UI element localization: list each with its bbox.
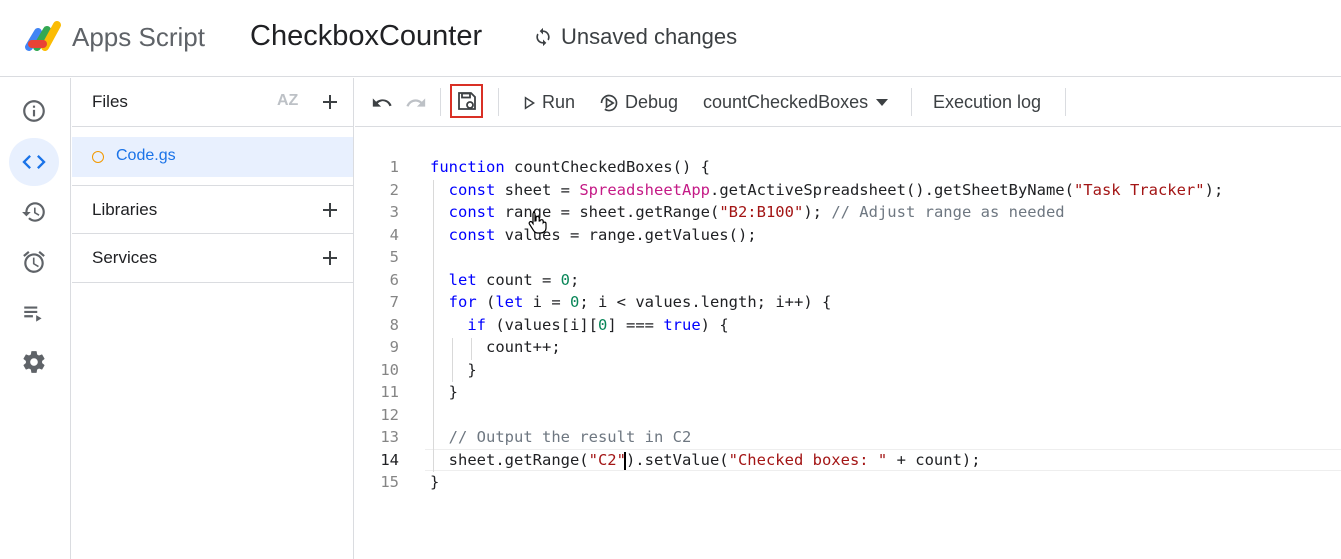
toolbar-divider	[440, 88, 441, 116]
code-line[interactable]: }	[430, 473, 439, 491]
file-item-code-gs[interactable]: Code.gs	[72, 137, 353, 177]
save-status-text: Unsaved changes	[561, 24, 738, 49]
project-title[interactable]: CheckboxCounter	[250, 20, 482, 53]
save-status: Unsaved changes	[533, 24, 737, 50]
unsaved-dot-icon	[92, 151, 104, 163]
add-library-icon[interactable]	[318, 198, 342, 222]
file-name: Code.gs	[116, 147, 176, 164]
run-button[interactable]: Run	[522, 78, 575, 127]
line-number: 5	[389, 248, 399, 266]
sort-az-icon[interactable]: AZ	[277, 92, 298, 110]
save-drive-icon	[457, 92, 476, 110]
code-line[interactable]: let count = 0;	[430, 271, 580, 289]
left-nav-rail	[0, 78, 71, 559]
code-line[interactable]: count++;	[430, 338, 561, 356]
code-line[interactable]: }	[430, 383, 458, 401]
dropdown-caret-icon	[876, 98, 889, 106]
function-select[interactable]: countCheckedBoxes	[703, 78, 889, 127]
debug-label: Debug	[625, 92, 679, 112]
project-history-button[interactable]	[9, 188, 59, 236]
redo-button[interactable]	[405, 78, 427, 127]
code-line[interactable]: const range = sheet.getRange("B2:B100");…	[430, 203, 1065, 221]
files-header: Files AZ	[72, 78, 354, 127]
toolbar-divider	[498, 88, 499, 116]
add-file-icon[interactable]	[318, 90, 342, 114]
overview-button[interactable]	[9, 87, 59, 135]
code-line[interactable]: function countCheckedBoxes() {	[430, 158, 710, 176]
services-label: Services	[92, 248, 158, 267]
line-number: 4	[389, 225, 399, 244]
line-number: 9	[389, 338, 399, 356]
function-select-value: countCheckedBoxes	[703, 92, 869, 112]
files-label: Files	[92, 92, 128, 111]
info-icon	[23, 100, 45, 122]
files-panel: Files AZ Code.gs Libraries Services	[72, 78, 354, 559]
line-number: 8	[389, 315, 399, 334]
line-number: 15	[380, 473, 399, 491]
line-number: 14	[380, 450, 399, 469]
hand-cursor-icon	[528, 211, 547, 234]
redo-icon	[406, 97, 426, 107]
debug-icon	[600, 94, 618, 111]
editor-button[interactable]	[9, 138, 59, 186]
toolbar-divider	[911, 88, 912, 116]
services-section[interactable]: Services	[72, 234, 354, 283]
line-number: 11	[380, 383, 399, 401]
line-number: 7	[389, 293, 399, 311]
save-project-button[interactable]	[450, 84, 483, 118]
libraries-section[interactable]: Libraries	[72, 185, 354, 234]
code-line[interactable]: sheet.getRange("C2").setValue("Checked b…	[430, 451, 981, 469]
execution-log-label: Execution log	[933, 92, 1042, 112]
line-number: 13	[380, 428, 399, 446]
line-number: 1	[389, 158, 399, 176]
alarm-icon	[23, 251, 45, 273]
play-icon	[524, 95, 536, 110]
execution-log-button[interactable]: Execution log	[933, 78, 1041, 127]
triggers-button[interactable]	[9, 238, 59, 286]
editor-toolbar: Run Debug countCheckedBoxes Execution lo…	[355, 78, 1341, 127]
undo-icon	[372, 97, 392, 107]
executions-icon	[24, 306, 42, 322]
code-line[interactable]: // Output the result in C2	[430, 428, 692, 446]
history-icon	[22, 202, 45, 222]
settings-gear-icon	[23, 351, 45, 373]
sync-icon	[536, 27, 550, 47]
code-line[interactable]: if (values[i][0] === true) {	[430, 316, 728, 334]
line-number: 10	[380, 360, 399, 379]
code-line[interactable]: const sheet = SpreadsheetApp.getActiveSp…	[430, 181, 1224, 199]
run-label: Run	[542, 92, 576, 112]
project-settings-button[interactable]	[9, 338, 59, 386]
code-editor[interactable]: 1 2 3 4 5 6 7 8 9 10 11 12 13 14 15 function countChec…	[355, 128, 1341, 559]
line-number: 12	[380, 405, 399, 424]
code-line[interactable]: const values = range.getValues();	[430, 226, 757, 244]
executions-button[interactable]	[9, 289, 59, 337]
toolbar-divider	[1065, 88, 1066, 116]
app-name[interactable]: Apps Script	[72, 22, 205, 53]
code-line[interactable]: for (let i = 0; i < values.length; i++) …	[430, 293, 832, 311]
line-number: 6	[389, 270, 399, 289]
libraries-label: Libraries	[92, 200, 158, 219]
line-number: 2	[389, 180, 399, 199]
top-bar: Apps Script CheckboxCounter Unsaved chan…	[0, 0, 1341, 77]
debug-button[interactable]: Debug	[599, 78, 678, 127]
code-line[interactable]: }	[430, 361, 476, 379]
code-editor-icon	[22, 155, 46, 169]
apps-script-logo-icon	[25, 21, 61, 51]
text-caret	[624, 452, 626, 470]
add-service-icon[interactable]	[318, 246, 342, 270]
undo-button[interactable]	[371, 78, 393, 127]
line-number: 3	[389, 203, 399, 221]
